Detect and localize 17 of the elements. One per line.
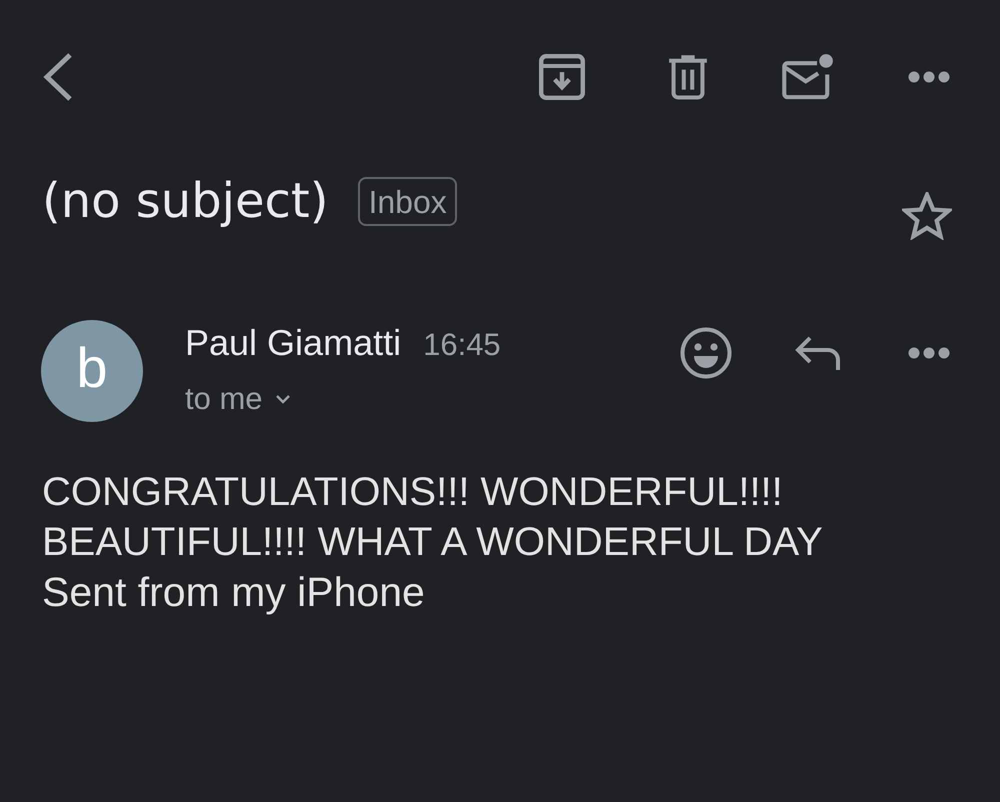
smiley-icon [680,327,732,379]
message-body: CONGRATULATIONS!!! WONDERFUL!!!! BEAUTIFUL!!!! WHAT A WONDERFUL DAY [42,469,824,566]
mail-dot-icon [782,53,834,101]
subject-title: (no subject) [42,172,328,231]
sender-name: Paul Giamatti [185,321,402,365]
chevron-down-icon [274,394,291,404]
message-time: 16:45 [423,326,501,364]
archive-icon [539,54,585,100]
reply-icon [794,335,842,371]
recipients-toggle[interactable]: to me [185,379,501,419]
trash-icon [668,54,708,100]
chevron-left-icon [42,52,74,102]
avatar: b [41,320,143,422]
label-tag: Inbox [358,177,457,226]
more-icon [908,347,950,359]
more-icon [908,71,950,83]
signature: Sent from my iPhone [42,568,426,617]
